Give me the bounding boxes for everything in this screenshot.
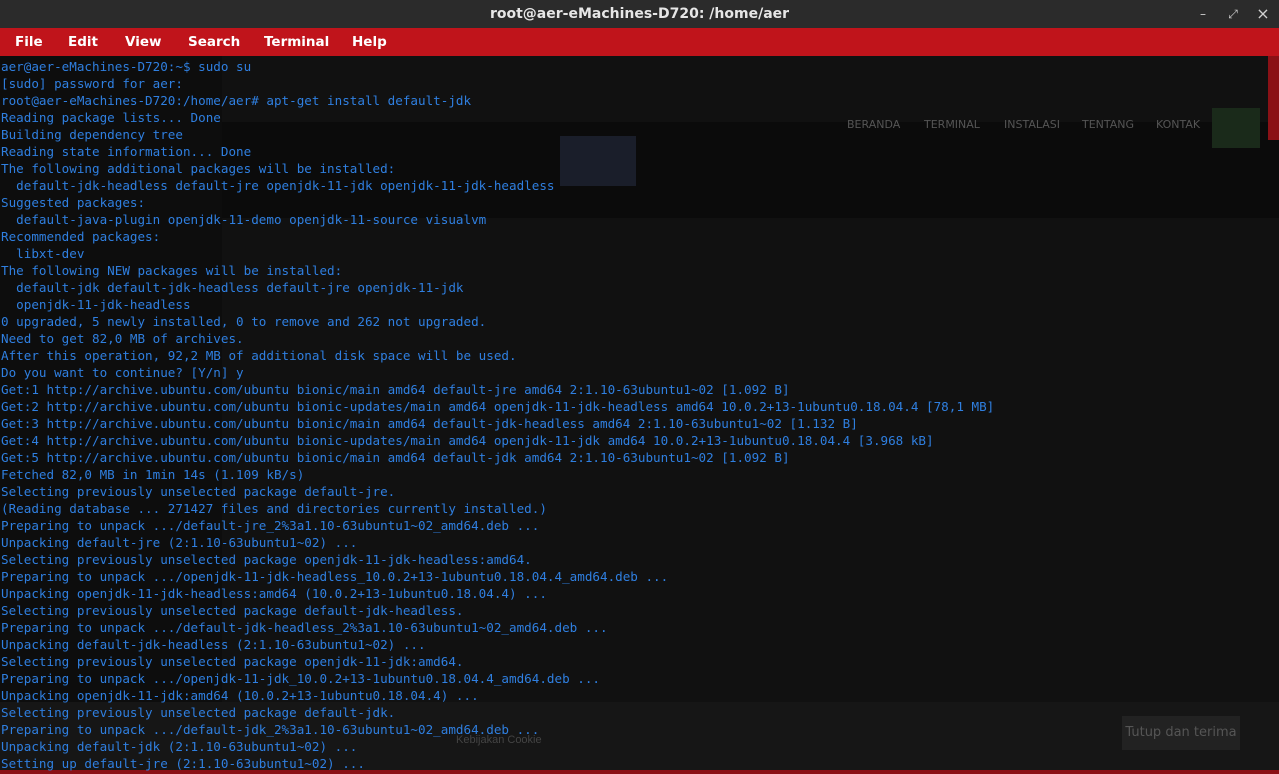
- terminal-line: (Reading database ... 271427 files and d…: [1, 501, 547, 516]
- terminal-line: Unpacking openjdk-11-jdk-headless:amd64 …: [1, 586, 547, 601]
- terminal-line: Preparing to unpack .../openjdk-11-jdk-h…: [1, 569, 669, 584]
- terminal-line: Selecting previously unselected package …: [1, 705, 396, 720]
- menu-file[interactable]: File: [15, 28, 43, 56]
- menu-view[interactable]: View: [125, 28, 161, 56]
- window-titlebar[interactable]: root@aer-eMachines-D720: /home/aer – ⤢ ×: [0, 0, 1279, 28]
- terminal-line: The following NEW packages will be insta…: [1, 263, 343, 278]
- terminal-line: Preparing to unpack .../default-jdk_2%3a…: [1, 722, 540, 737]
- terminal-line: Selecting previously unselected package …: [1, 603, 464, 618]
- menu-edit[interactable]: Edit: [68, 28, 98, 56]
- terminal-line: After this operation, 92,2 MB of additio…: [1, 348, 517, 363]
- menu-terminal[interactable]: Terminal: [264, 28, 329, 56]
- terminal-line: 0 upgraded, 5 newly installed, 0 to remo…: [1, 314, 487, 329]
- terminal-line: Suggested packages:: [1, 195, 146, 210]
- background-search-icon: [1212, 108, 1260, 148]
- menu-search[interactable]: Search: [188, 28, 240, 56]
- window-title: root@aer-eMachines-D720: /home/aer: [489, 6, 790, 22]
- background-nav-item: INSTALASI: [1004, 118, 1060, 131]
- terminal-line: default-jdk default-jdk-headless default…: [1, 280, 464, 295]
- menu-help[interactable]: Help: [352, 28, 387, 56]
- close-icon[interactable]: ×: [1248, 0, 1278, 28]
- terminal-line: Need to get 82,0 MB of archives.: [1, 331, 244, 346]
- terminal-output: aer@aer-eMachines-D720:~$ sudo su [sudo] …: [1, 58, 994, 772]
- background-cookie-button: Tutup dan terima: [1122, 716, 1240, 750]
- terminal-line: default-jdk-headless default-jre openjdk…: [1, 178, 555, 193]
- background-nav-item: TENTANG: [1082, 118, 1135, 131]
- terminal-line: Get:5 http://archive.ubuntu.com/ubuntu b…: [1, 450, 790, 465]
- terminal-line: The following additional packages will b…: [1, 161, 396, 176]
- terminal-area[interactable]: BERANDA TERMINAL INSTALASI TENTANG KONTA…: [0, 56, 1279, 774]
- terminal-line: default-java-plugin openjdk-11-demo open…: [1, 212, 487, 227]
- terminal-line: Fetched 82,0 MB in 1min 14s (1.109 kB/s): [1, 467, 305, 482]
- terminal-line: libxt-dev: [1, 246, 85, 261]
- terminal-line: openjdk-11-jdk-headless: [1, 297, 191, 312]
- terminal-line: [sudo] password for aer:: [1, 76, 191, 91]
- scrollbar[interactable]: [1268, 56, 1279, 140]
- terminal-line: Preparing to unpack .../openjdk-11-jdk_1…: [1, 671, 600, 686]
- terminal-line: Unpacking default-jdk-headless (2:1.10-6…: [1, 637, 426, 652]
- terminal-line: root@aer-eMachines-D720:/home/aer# apt-g…: [1, 93, 472, 108]
- terminal-line: aer@aer-eMachines-D720:~$ sudo su: [1, 59, 252, 74]
- terminal-line: Get:3 http://archive.ubuntu.com/ubuntu b…: [1, 416, 858, 431]
- terminal-line: Reading state information... Done: [1, 144, 252, 159]
- terminal-line: Selecting previously unselected package …: [1, 484, 396, 499]
- terminal-line: Do you want to continue? [Y/n] y: [1, 365, 244, 380]
- terminal-line: Get:1 http://archive.ubuntu.com/ubuntu b…: [1, 382, 790, 397]
- terminal-line: Selecting previously unselected package …: [1, 552, 532, 567]
- terminal-line: Building dependency tree: [1, 127, 183, 142]
- minimize-icon[interactable]: –: [1188, 0, 1218, 28]
- terminal-line: Unpacking default-jdk (2:1.10-63ubuntu1~…: [1, 739, 358, 754]
- terminal-line: Setting up default-jre (2:1.10-63ubuntu1…: [1, 756, 365, 771]
- terminal-line: Unpacking openjdk-11-jdk:amd64 (10.0.2+1…: [1, 688, 479, 703]
- terminal-line: Preparing to unpack .../default-jre_2%3a…: [1, 518, 540, 533]
- terminal-line: Recommended packages:: [1, 229, 161, 244]
- menubar: File Edit View Search Terminal Help: [0, 28, 1279, 56]
- maximize-icon[interactable]: ⤢: [1218, 0, 1248, 28]
- terminal-line: Selecting previously unselected package …: [1, 654, 464, 669]
- terminal-line: Unpacking default-jre (2:1.10-63ubuntu1~…: [1, 535, 358, 550]
- terminal-line: Reading package lists... Done: [1, 110, 221, 125]
- terminal-line: Get:2 http://archive.ubuntu.com/ubuntu b…: [1, 399, 995, 414]
- terminal-line: Preparing to unpack .../default-jdk-head…: [1, 620, 608, 635]
- background-nav-item: KONTAK: [1156, 118, 1201, 131]
- terminal-line: Get:4 http://archive.ubuntu.com/ubuntu b…: [1, 433, 934, 448]
